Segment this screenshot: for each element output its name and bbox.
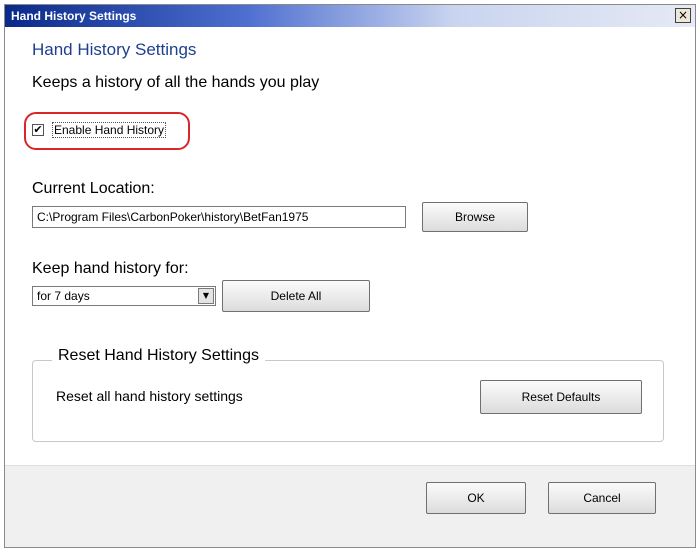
cancel-button[interactable]: Cancel	[548, 482, 656, 514]
page-title: Hand History Settings	[32, 40, 197, 59]
enable-hand-history-label[interactable]: Enable Hand History	[52, 122, 167, 138]
delete-all-button[interactable]: Delete All	[222, 280, 370, 312]
reset-group-title: Reset Hand History Settings	[52, 347, 265, 365]
keep-history-label: Keep hand history for:	[32, 260, 189, 277]
keep-history-value: for 7 days	[37, 289, 90, 303]
title-bar[interactable]: Hand History Settings ×	[5, 5, 695, 27]
window-title: Hand History Settings	[11, 9, 137, 23]
reset-defaults-button[interactable]: Reset Defaults	[480, 380, 642, 414]
browse-button[interactable]: Browse	[422, 202, 528, 232]
chevron-down-icon[interactable]: ▼	[198, 288, 214, 304]
page-subtitle: Keeps a history of all the hands you pla…	[32, 74, 320, 91]
current-location-label: Current Location:	[32, 180, 155, 197]
close-icon[interactable]: ×	[675, 8, 691, 23]
ok-button[interactable]: OK	[426, 482, 526, 514]
reset-group-description: Reset all hand history settings	[56, 388, 243, 404]
enable-hand-history-checkbox[interactable]: ✔	[32, 124, 44, 136]
checkmark-icon: ✔	[33, 123, 43, 136]
keep-history-select[interactable]: for 7 days ▼	[32, 286, 216, 306]
location-path-field[interactable]: C:\Program Files\CarbonPoker\history\Bet…	[32, 206, 406, 228]
